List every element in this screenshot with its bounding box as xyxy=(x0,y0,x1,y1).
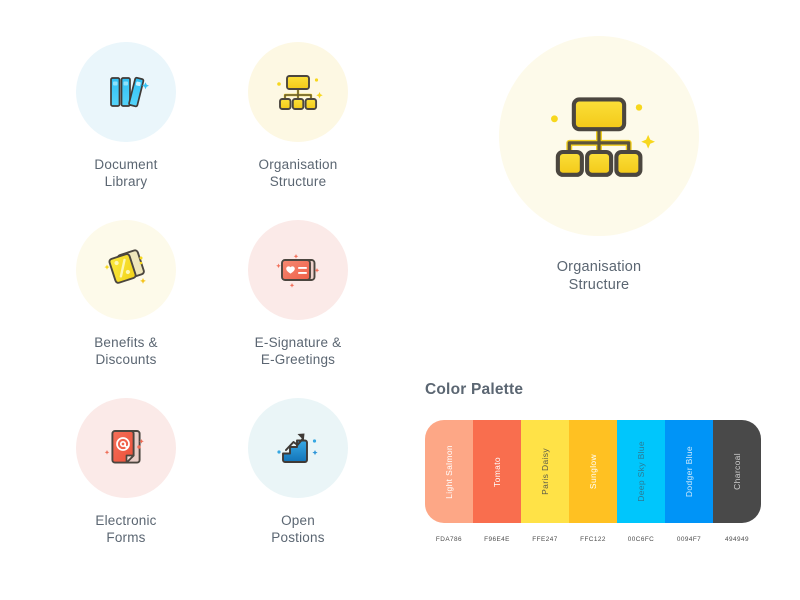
hex-label-sunglow: FFC122 xyxy=(580,536,606,543)
organisation-structure-circle xyxy=(248,42,348,142)
palette-swatch-card: Light Salmon Tomato Paris Daisy Sunglow … xyxy=(425,420,761,523)
swatch-label: Light Salmon xyxy=(444,444,454,499)
hex-label-charcoal: 494949 xyxy=(724,536,750,543)
hero-label: Organisation Structure xyxy=(556,259,642,293)
swatch-label: Tomato xyxy=(492,456,502,487)
color-palette-section: Color Palette Light Salmon Tomato Paris … xyxy=(425,381,761,543)
org-chart-icon xyxy=(277,75,323,110)
hex-label-tomato: F96E4E xyxy=(484,536,510,543)
swatch-label: Paris Daisy xyxy=(540,448,550,495)
grid-item-electronic-forms[interactable]: Electronic Forms xyxy=(40,398,212,546)
palette-hex-row: FDA786 F96E4E FFE247 FFC122 00C6FC 0094F… xyxy=(425,536,761,543)
swatch-sunglow[interactable]: Sunglow xyxy=(569,420,617,523)
grid-item-label: E-Signature & E-Greetings xyxy=(254,335,342,367)
swatch-paris-daisy[interactable]: Paris Daisy xyxy=(521,420,569,523)
benefits-discounts-circle xyxy=(76,220,176,320)
swatch-dodger-blue[interactable]: Dodger Blue xyxy=(665,420,713,523)
hex-label-dodger-blue: 0094F7 xyxy=(676,536,702,543)
greeting-card-icon xyxy=(276,254,320,288)
hex-label-light-salmon: FDA786 xyxy=(435,536,463,543)
hero-showcase: Organisation Structure xyxy=(414,36,784,294)
document-library-circle xyxy=(76,42,176,142)
hex-label-paris-daisy: FFE247 xyxy=(532,536,558,543)
swatch-label: Dodger Blue xyxy=(684,445,694,498)
grid-item-organisation-structure[interactable]: Organisation Structure xyxy=(212,42,384,190)
swatch-tomato[interactable]: Tomato xyxy=(473,420,521,523)
swatch-label: Sunglow xyxy=(588,453,598,490)
swatch-charcoal[interactable]: Charcoal xyxy=(713,420,761,523)
swatch-light-salmon[interactable]: Light Salmon xyxy=(425,420,473,523)
books-icon xyxy=(110,76,149,108)
email-document-icon xyxy=(104,430,144,464)
open-positions-circle xyxy=(248,398,348,498)
org-chart-icon xyxy=(551,97,655,177)
grid-item-label: Benefits & Discounts xyxy=(94,335,158,367)
hex-label-deep-sky-blue: 00C6FC xyxy=(627,536,655,543)
swatch-label: Charcoal xyxy=(732,453,742,490)
stairs-growth-icon xyxy=(277,433,318,463)
price-tags-icon xyxy=(104,249,146,284)
grid-item-label: Open Postions xyxy=(271,513,325,545)
grid-item-open-positions[interactable]: Open Postions xyxy=(212,398,384,546)
grid-item-label: Organisation Structure xyxy=(258,157,338,189)
icon-grid: Document Library Organisation Structure … xyxy=(0,0,400,600)
hero-circle xyxy=(499,36,699,236)
grid-item-e-signature-e-greetings[interactable]: E-Signature & E-Greetings xyxy=(212,220,384,368)
e-signature-circle xyxy=(248,220,348,320)
grid-item-label: Electronic Forms xyxy=(95,513,157,545)
grid-item-benefits-discounts[interactable]: Benefits & Discounts xyxy=(40,220,212,368)
grid-item-document-library[interactable]: Document Library xyxy=(40,42,212,190)
canvas: Document Library Organisation Structure … xyxy=(0,0,800,600)
swatch-deep-sky-blue[interactable]: Deep Sky Blue xyxy=(617,420,665,523)
palette-title: Color Palette xyxy=(425,381,524,398)
grid-item-label: Document Library xyxy=(94,157,158,189)
electronic-forms-circle xyxy=(76,398,176,498)
swatch-label: Deep Sky Blue xyxy=(636,441,646,502)
